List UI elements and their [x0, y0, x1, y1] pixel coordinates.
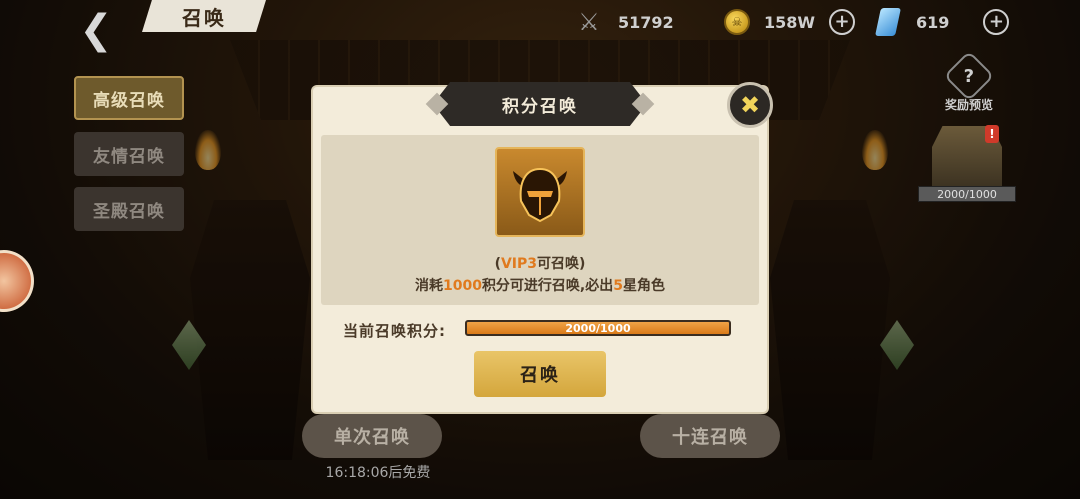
hero-helmet-icon — [495, 147, 585, 237]
gem-value: 619 — [916, 12, 950, 32]
cost-points: 1000 — [442, 278, 482, 294]
cost-suffix: 星角色 — [623, 278, 666, 294]
free-timer: 16:18:06后免费 — [325, 465, 431, 481]
dialog-header: 积分召唤 — [425, 82, 655, 126]
summon-button[interactable]: 召唤 — [474, 351, 606, 397]
single-summon-button[interactable]: 单次召唤 — [302, 414, 442, 458]
back-button[interactable]: ❮ — [60, 7, 132, 53]
tab-advanced-summon[interactable]: 高级召唤 — [74, 76, 184, 120]
points-progress-text: 2000/1000 — [565, 321, 631, 335]
reward-preview-button[interactable]: ? 奖励预览 — [938, 50, 1000, 113]
vip-requirement: (VIP3可召唤) — [321, 253, 759, 273]
question-icon: ? — [943, 50, 995, 102]
back-arrow-icon: ❮ — [79, 7, 113, 53]
gem-display: 619 + — [875, 8, 1010, 36]
vip-level: VIP3 — [500, 256, 538, 272]
vip-suffix: 可召唤) — [537, 256, 586, 272]
page-title: 召唤 — [142, 0, 266, 32]
gold-value: 158W — [764, 12, 816, 32]
reward-preview-label: 奖励预览 — [944, 98, 993, 112]
gem-icon — [875, 8, 901, 36]
helmet-svg — [513, 167, 567, 223]
coin-icon: ☠ — [724, 9, 750, 35]
points-summon-dialog: 积分召唤 (VIP3可召唤) 消耗1000积分可进行召唤,必出5星角色 当前召唤… — [313, 82, 767, 412]
cost-mid: 积分可进行召唤,必出 — [481, 278, 614, 294]
dialog-title: 积分召唤 — [433, 82, 647, 126]
cost-stars: 5 — [613, 278, 624, 294]
gold-display: ☠ 158W + — [724, 8, 856, 36]
ten-summon-button[interactable]: 十连召唤 — [640, 414, 780, 458]
power-display: ⚔ 51792 — [574, 8, 674, 36]
power-value: 51792 — [618, 12, 674, 32]
summon-info-panel: (VIP3可召唤) 消耗1000积分可进行召唤,必出5星角色 — [321, 135, 759, 305]
alert-icon: ! — [985, 125, 999, 143]
points-label: 当前召唤积分: — [343, 322, 446, 340]
crossed-swords-icon: ⚔ — [578, 8, 600, 36]
chest-progress: 2000/1000 — [918, 186, 1016, 202]
add-gold-button[interactable]: + — [829, 9, 856, 35]
points-progress-bar: 2000/1000 — [465, 320, 731, 336]
add-gem-button[interactable]: + — [983, 9, 1010, 35]
close-icon: ✖ — [739, 91, 761, 119]
cost-prefix: 消耗 — [414, 278, 443, 294]
tab-temple-summon[interactable]: 圣殿召唤 — [74, 187, 184, 231]
close-dialog-button[interactable]: ✖ — [727, 82, 773, 128]
tab-friend-summon[interactable]: 友情召唤 — [74, 132, 184, 176]
summon-cost-description: 消耗1000积分可进行召唤,必出5星角色 — [321, 275, 759, 295]
